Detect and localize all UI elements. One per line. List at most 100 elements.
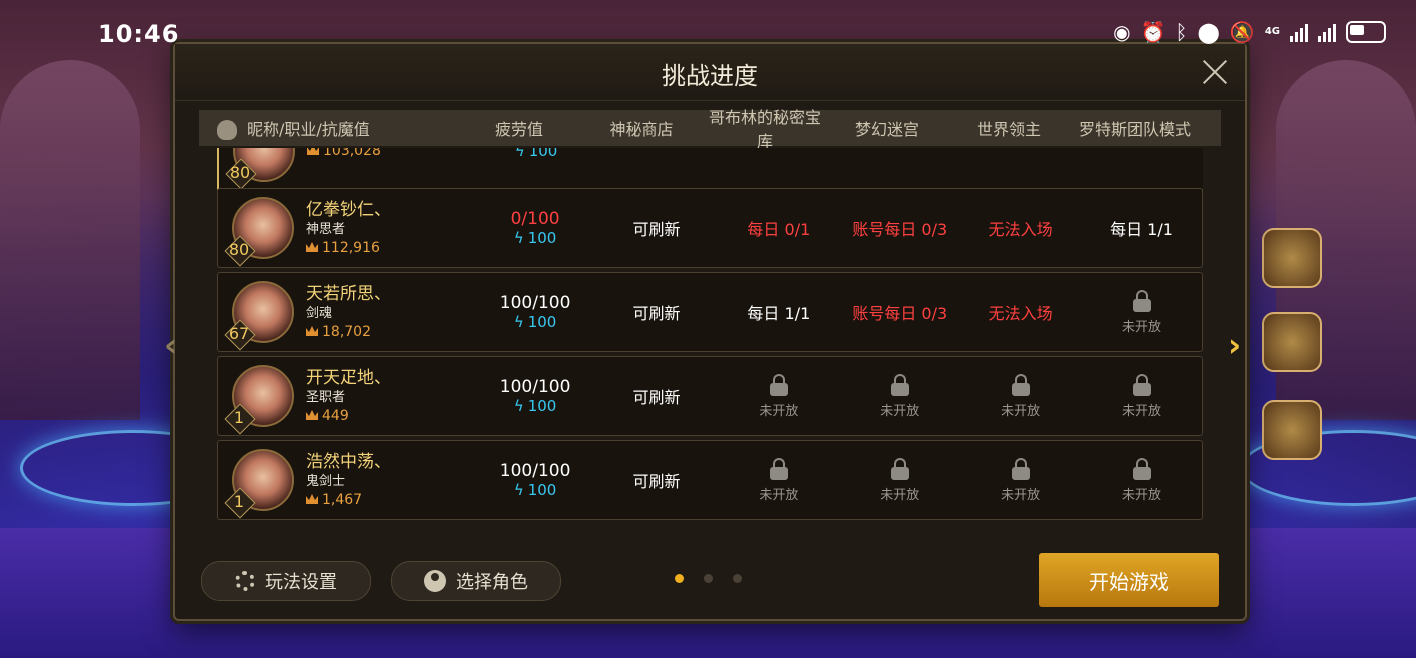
character-cell: 67 天若所思、 剑魂 18,702 <box>218 273 476 351</box>
level-number: 80 <box>229 163 251 182</box>
lightning-icon: ϟ <box>513 397 524 415</box>
start-game-button[interactable]: 开始游戏 <box>1039 553 1219 607</box>
status-cell: 账号每日 0/3 <box>839 189 960 267</box>
character-row[interactable]: 1 浩然中荡、 鬼剑士 1,467 100/100 ϟ 100 可刷新 未开放 未… <box>217 440 1203 520</box>
locked-label: 未开放 <box>759 487 799 503</box>
locked-label: 未开放 <box>1122 403 1162 419</box>
status-text: 每日 0/1 <box>747 220 811 239</box>
shop-status: 可刷新 <box>632 220 681 239</box>
character-cell: 1 开天疋地、 圣职者 449 <box>218 357 476 435</box>
column-header-fatigue: 疲劳值 <box>494 120 543 139</box>
character-cell: 80 亿拳钞仁、 神思者 112,916 <box>218 189 476 267</box>
status-cell: 未开放 <box>1081 357 1202 435</box>
bluetooth-icon: ᛒ <box>1175 20 1188 44</box>
level-badge: 80 <box>225 158 257 190</box>
shop-cell: 可刷新 <box>595 273 719 351</box>
character-info: 103,028 <box>307 148 381 160</box>
fatigue-value: 100/100 <box>499 293 571 313</box>
avatar: 1 <box>224 449 294 519</box>
status-cell: 账号每日 0/3 <box>839 273 960 351</box>
status-cell: 未开放 <box>960 357 1081 435</box>
crown-icon <box>307 148 319 155</box>
select-role-button[interactable]: 选择角色 <box>391 561 561 601</box>
avatar: 67 <box>224 281 294 351</box>
status-cell: 无法入场 <box>960 189 1081 267</box>
character-power: 112,916 <box>306 239 391 257</box>
locked-label: 未开放 <box>1122 319 1162 335</box>
page-dot[interactable] <box>675 574 684 583</box>
lock-icon <box>890 457 909 480</box>
character-power: 103,028 <box>307 148 381 160</box>
column-header-character: 昵称/职业/抗魔值 <box>199 116 459 141</box>
chevron-left-icon[interactable]: ‹ <box>164 326 177 364</box>
character-class: 鬼剑士 <box>306 474 346 489</box>
character-name: 浩然中荡、 <box>306 452 391 472</box>
locked-label: 未开放 <box>1122 487 1162 503</box>
status-text: 每日 1/1 <box>1110 220 1173 239</box>
status-cell: 未开放 <box>839 441 960 519</box>
status-cell: 无法入场 <box>960 273 1081 351</box>
character-info: 亿拳钞仁、 神思者 112,916 <box>306 199 391 257</box>
lock-icon <box>769 373 788 396</box>
locked-label: 未开放 <box>880 487 920 503</box>
person-icon <box>424 570 446 592</box>
level-badge: 1 <box>224 403 256 435</box>
dialog-title: 挑战进度 <box>662 62 758 90</box>
battery-icon <box>1346 21 1386 43</box>
status-cell: 每日 0/1 <box>718 189 839 267</box>
page-indicator <box>675 574 742 583</box>
character-info: 浩然中荡、 鬼剑士 1,467 <box>306 451 391 509</box>
level-badge: 80 <box>224 235 256 267</box>
side-menu-button-1[interactable] <box>1262 228 1322 288</box>
eye-icon: ◉ <box>1113 20 1131 44</box>
fatigue-value: 100/100 <box>499 377 571 397</box>
status-time: 10:46 <box>98 20 180 48</box>
character-row[interactable]: 80 亿拳钞仁、 神思者 112,916 0/100 ϟ 100 可刷新 每日 0… <box>217 188 1203 268</box>
status-cell: 每日 1/1 <box>1081 189 1202 267</box>
table-header: 昵称/职业/抗魔值 疲劳值 神秘商店 哥布林的秘密宝库 梦幻迷宫 世界领主 罗特… <box>199 108 1221 151</box>
character-list[interactable]: 80 103,028 ϟ 100 80 亿拳钞仁、 神思者 112,916 0/… <box>217 148 1203 568</box>
shop-cell <box>596 148 720 190</box>
character-power: 1,467 <box>306 491 391 509</box>
shop-status: 可刷新 <box>632 472 681 491</box>
mute-icon: 🔕 <box>1229 20 1255 44</box>
chevron-right-icon[interactable]: › <box>1228 326 1241 364</box>
character-name: 亿拳钞仁、 <box>306 200 391 220</box>
locked-label: 未开放 <box>759 403 799 419</box>
shop-status: 可刷新 <box>632 388 681 407</box>
page-dot[interactable] <box>733 574 742 583</box>
lock-icon <box>769 457 788 480</box>
locked-label: 未开放 <box>880 403 920 419</box>
fatigue-cell: 0/100 ϟ 100 <box>476 189 595 267</box>
crown-icon <box>306 326 318 336</box>
fatigue-cell: ϟ 100 <box>477 148 596 190</box>
lock-icon <box>1132 373 1151 396</box>
page-dot[interactable] <box>704 574 713 583</box>
character-row[interactable]: 80 103,028 ϟ 100 <box>217 148 1203 192</box>
status-icons: ◉ ⏰ ᛒ ⬤ 🔕 4G <box>1113 20 1386 44</box>
fatigue-value: 100/100 <box>499 461 571 481</box>
side-menu-button-2[interactable] <box>1262 312 1322 372</box>
level-badge: 67 <box>224 319 256 351</box>
character-power: 449 <box>306 407 391 425</box>
helmet-icon <box>217 120 237 141</box>
character-row[interactable]: 1 开天疋地、 圣职者 449 100/100 ϟ 100 可刷新 未开放 未开放… <box>217 356 1203 436</box>
side-menu-button-3[interactable] <box>1262 400 1322 460</box>
challenge-progress-dialog: 挑战进度 昵称/职业/抗魔值 疲劳值 神秘商店 哥布林的秘密宝库 梦幻迷宫 世界… <box>173 42 1247 621</box>
status-text: 账号每日 0/3 <box>852 220 948 239</box>
character-row[interactable]: 67 天若所思、 剑魂 18,702 100/100 ϟ 100 可刷新 每日 1… <box>217 272 1203 352</box>
close-button[interactable] <box>1199 56 1231 88</box>
character-cell: 80 103,028 <box>219 148 477 190</box>
locked-label: 未开放 <box>1001 403 1041 419</box>
status-text: 无法入场 <box>988 220 1053 239</box>
settings-button[interactable]: 玩法设置 <box>201 561 371 601</box>
character-power: 18,702 <box>306 323 391 341</box>
energy-value: ϟ 100 <box>513 313 557 331</box>
shop-cell: 可刷新 <box>595 441 719 519</box>
character-cell: 1 浩然中荡、 鬼剑士 1,467 <box>218 441 476 519</box>
crown-icon <box>306 494 318 504</box>
alarm-icon: ⏰ <box>1140 20 1166 44</box>
avatar: 80 <box>224 197 294 267</box>
shop-cell: 可刷新 <box>595 357 719 435</box>
status-cell: 未开放 <box>1081 441 1202 519</box>
